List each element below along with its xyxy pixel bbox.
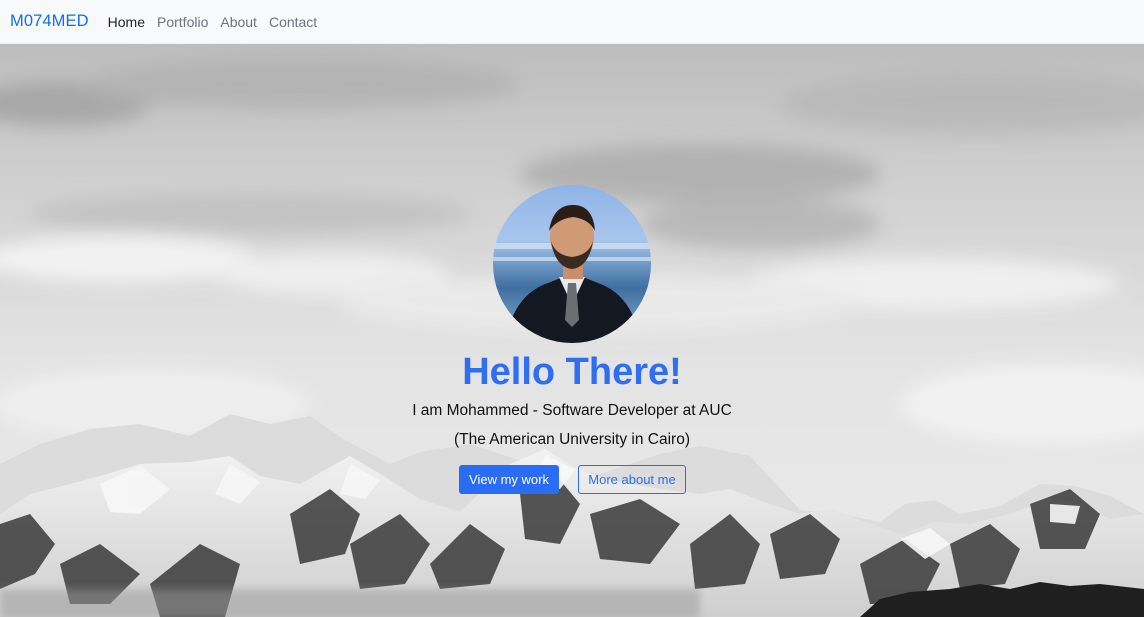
- profile-photo-image: [493, 185, 651, 343]
- brand-link[interactable]: M074MED: [10, 12, 89, 31]
- hero-section: Hello There! I am Mohammed - Software De…: [0, 44, 1144, 617]
- navbar: M074MED Home Portfolio About Contact: [0, 0, 1144, 44]
- nav-link-contact[interactable]: Contact: [269, 14, 317, 30]
- view-my-work-button[interactable]: View my work: [459, 465, 559, 494]
- hero-headline: Hello There!: [462, 351, 682, 393]
- nav-link-portfolio[interactable]: Portfolio: [157, 14, 208, 30]
- profile-avatar: [493, 185, 651, 343]
- nav-links: Home Portfolio About Contact: [108, 14, 330, 30]
- more-about-me-button[interactable]: More about me: [578, 465, 686, 494]
- hero-tagline: I am Mohammed - Software Developer at AU…: [412, 402, 732, 448]
- nav-link-home[interactable]: Home: [108, 14, 145, 30]
- nav-link-about[interactable]: About: [220, 14, 257, 30]
